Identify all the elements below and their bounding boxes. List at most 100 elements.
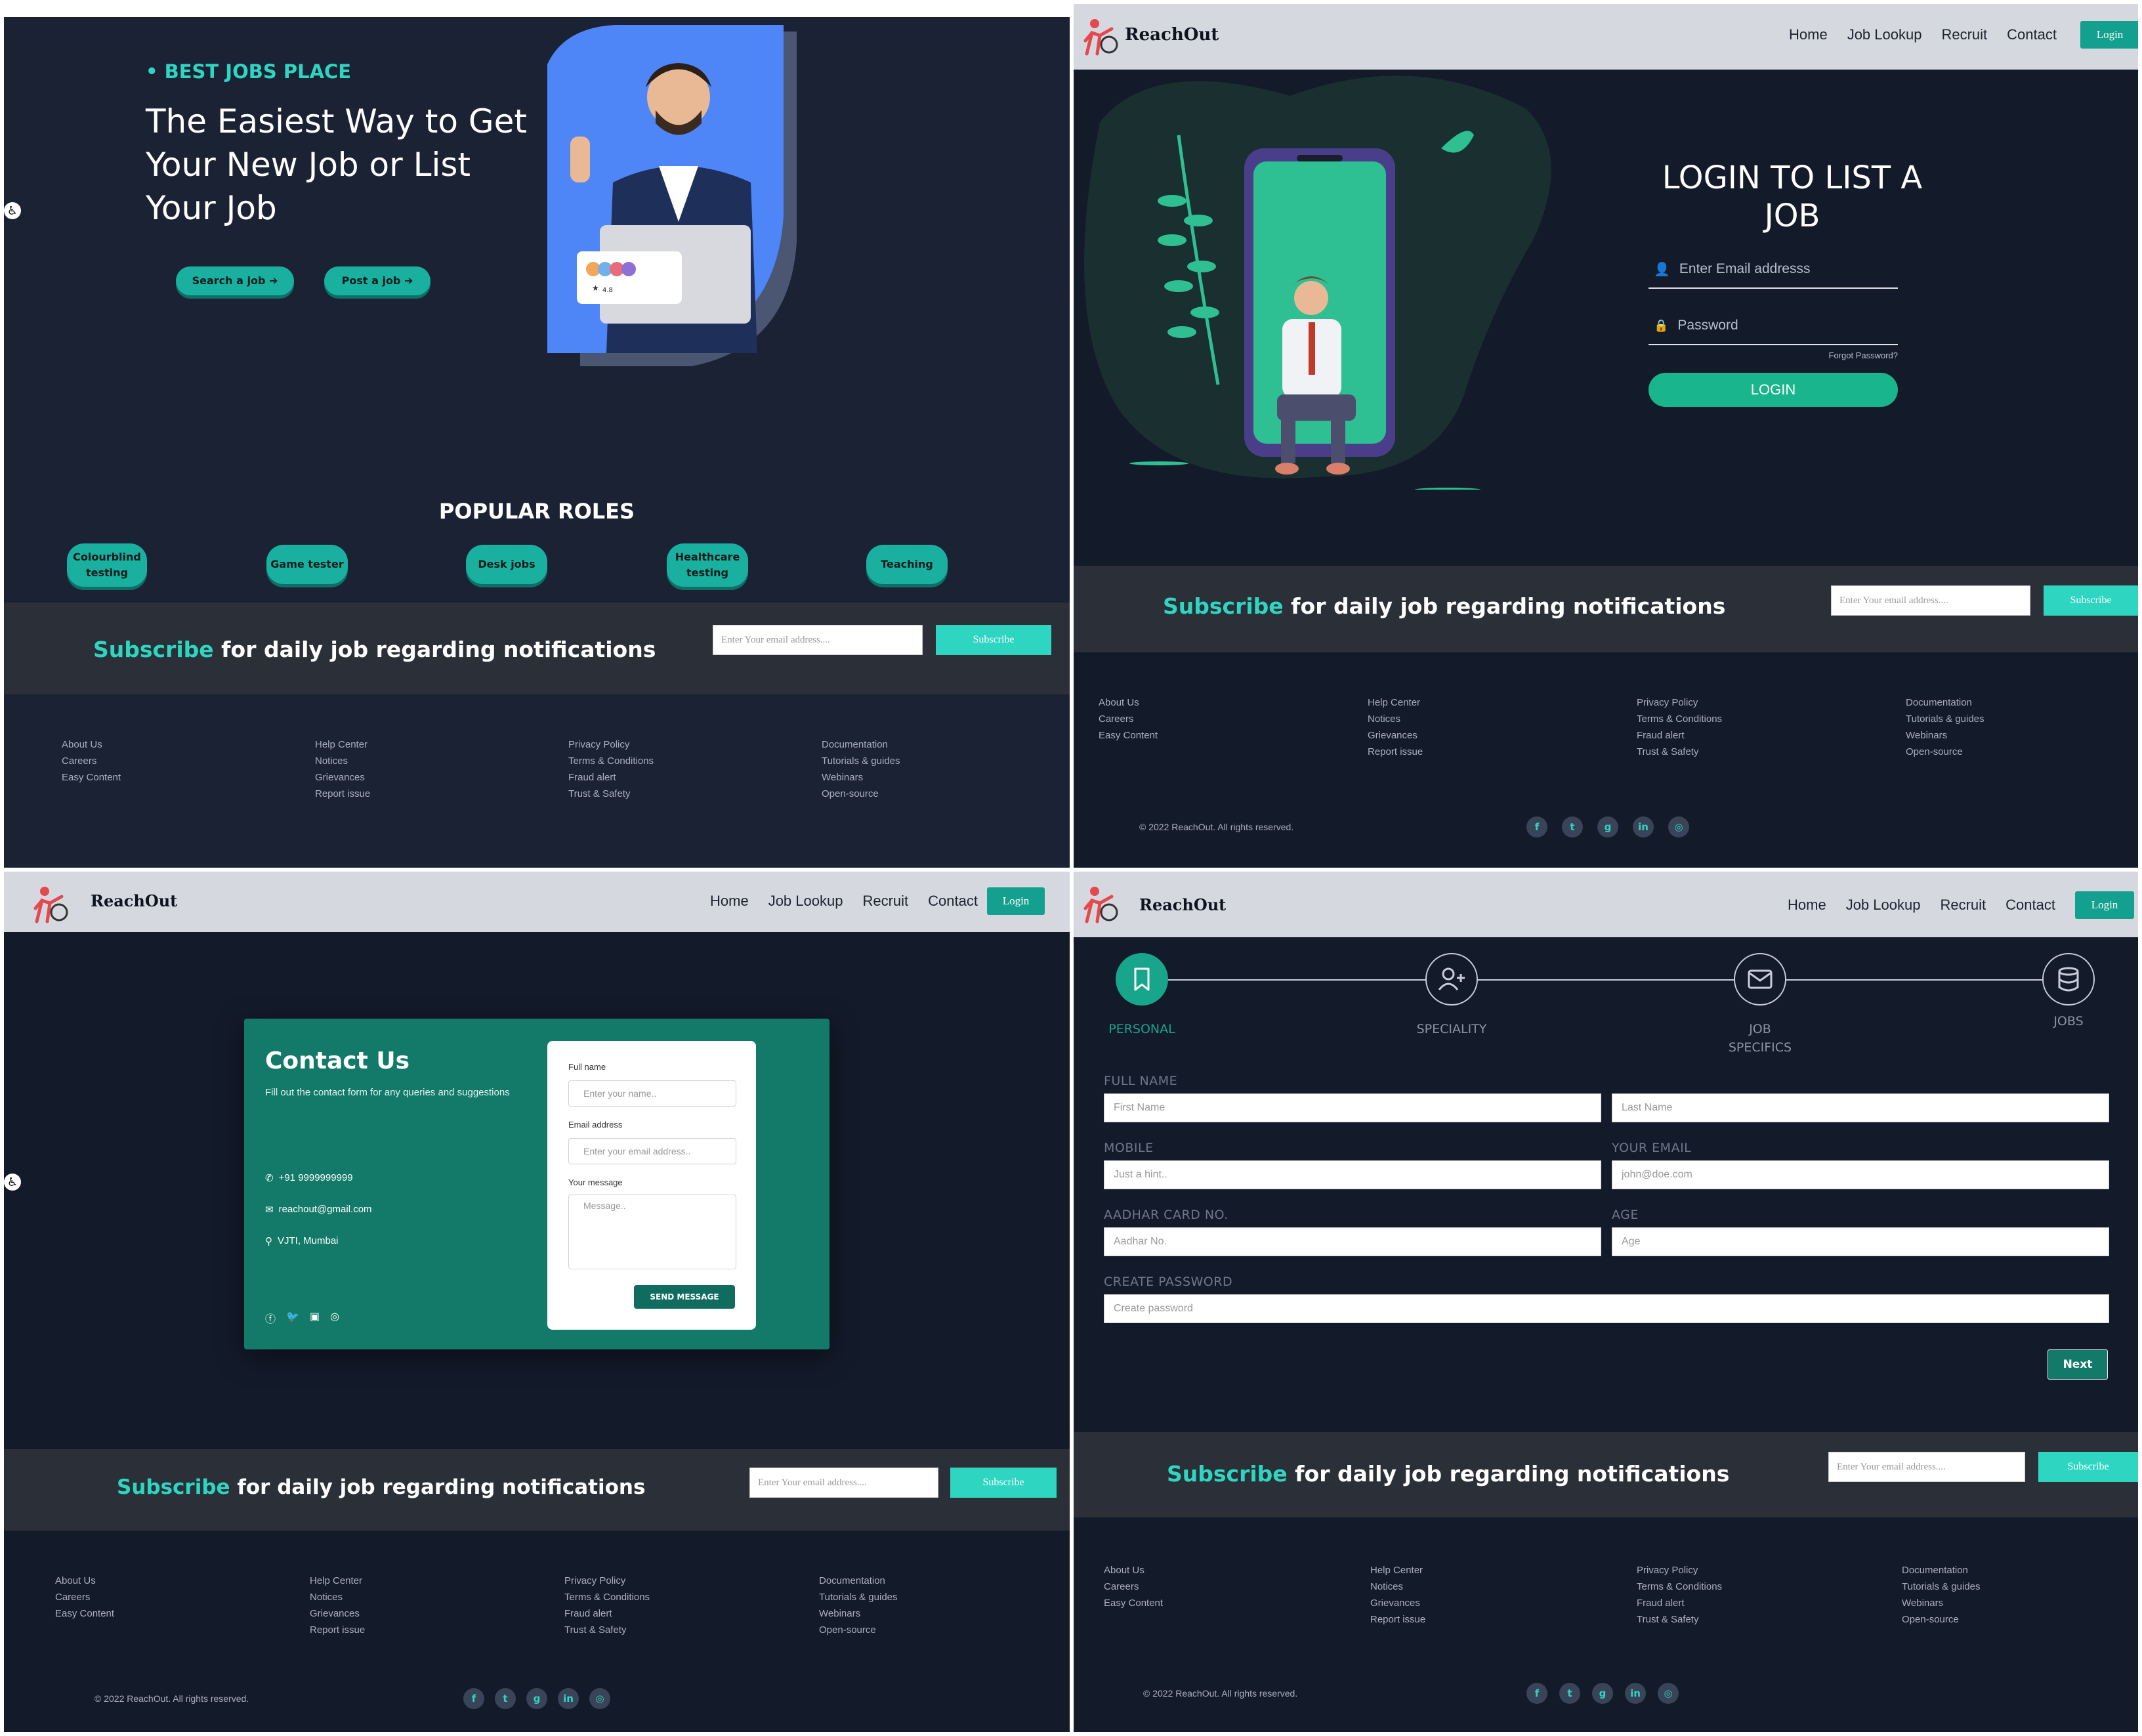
nav-contact[interactable]: Contact xyxy=(2007,26,2057,43)
step-job-specifics[interactable] xyxy=(1734,953,1786,1006)
facebook-icon[interactable]: f xyxy=(1526,1683,1547,1704)
login-button[interactable]: Login xyxy=(987,887,1045,915)
footer-link[interactable]: Notices xyxy=(1370,1578,1425,1595)
footer-link[interactable]: Easy Content xyxy=(55,1605,114,1622)
github-icon[interactable]: g xyxy=(1592,1683,1613,1704)
subscribe-button[interactable]: Subscribe xyxy=(2044,585,2138,616)
age-input[interactable]: Age xyxy=(1612,1227,2109,1256)
footer-link[interactable]: Easy Content xyxy=(1104,1595,1163,1611)
footer-link[interactable]: Open-source xyxy=(1902,1611,1981,1628)
instagram-icon[interactable]: ◎ xyxy=(589,1688,610,1709)
accessibility-icon[interactable]: ♿ xyxy=(4,202,21,219)
footer-link[interactable]: Documentation xyxy=(822,736,900,753)
footer-link[interactable]: Help Center xyxy=(1370,1562,1425,1578)
step-speciality[interactable] xyxy=(1425,953,1478,1006)
facebook-icon[interactable]: f xyxy=(1526,816,1547,837)
footer-link[interactable]: Privacy Policy xyxy=(564,1573,650,1589)
footer-link[interactable]: Notices xyxy=(310,1589,365,1605)
footer-link[interactable]: Trust & Safety xyxy=(568,786,654,802)
step-jobs[interactable] xyxy=(2042,953,2095,1006)
footer-link[interactable]: Fraud alert xyxy=(564,1605,650,1622)
subscribe-email-input[interactable]: Enter Your email address.... xyxy=(1828,1452,2025,1482)
linkedin-icon[interactable]: in xyxy=(1633,816,1654,837)
footer-link[interactable]: Grievances xyxy=(310,1605,365,1622)
twitter-icon[interactable]: t xyxy=(1559,1683,1580,1704)
footer-link[interactable]: About Us xyxy=(1099,694,1158,711)
nav-recruit[interactable]: Recruit xyxy=(862,893,908,910)
footer-link[interactable]: Help Center xyxy=(1368,694,1423,711)
role-pill[interactable]: Healthcare testing xyxy=(667,543,748,587)
subscribe-button[interactable]: Subscribe xyxy=(2038,1452,2138,1482)
subscribe-email-input[interactable]: Enter Your email address.... xyxy=(713,625,923,655)
footer-link[interactable]: Privacy Policy xyxy=(1637,694,1722,711)
footer-link[interactable]: Trust & Safety xyxy=(564,1622,650,1638)
brand-name[interactable]: ReachOut xyxy=(1139,895,1226,914)
nav-job-lookup[interactable]: Job Lookup xyxy=(768,893,843,910)
github-icon[interactable]: g xyxy=(526,1688,547,1709)
footer-link[interactable]: Trust & Safety xyxy=(1637,744,1722,760)
nav-recruit[interactable]: Recruit xyxy=(1941,26,1987,43)
footer-link[interactable]: Easy Content xyxy=(1099,727,1158,744)
post-job-button[interactable]: Post a job ➔ xyxy=(324,266,430,295)
footer-link[interactable]: Grievances xyxy=(315,769,370,786)
footer-link[interactable]: Fraud alert xyxy=(1637,727,1722,744)
login-button[interactable]: Login xyxy=(2075,891,2134,919)
linkedin-icon[interactable]: in xyxy=(1625,1683,1646,1704)
email-input[interactable]: john@doe.com xyxy=(1612,1160,2109,1189)
footer-link[interactable]: Careers xyxy=(1104,1578,1163,1595)
nav-home[interactable]: Home xyxy=(1789,26,1828,43)
email-input[interactable]: Enter your email address.. xyxy=(568,1138,736,1164)
nav-job-lookup[interactable]: Job Lookup xyxy=(1846,897,1921,914)
nav-home[interactable]: Home xyxy=(1788,897,1826,914)
nav-job-lookup[interactable]: Job Lookup xyxy=(1847,26,1922,43)
footer-link[interactable]: Report issue xyxy=(1370,1611,1425,1628)
footer-link[interactable]: About Us xyxy=(1104,1562,1163,1578)
github-icon[interactable]: g xyxy=(1597,816,1618,837)
search-job-button[interactable]: Search a job ➔ xyxy=(176,266,294,295)
subscribe-email-input[interactable]: Enter Your email address.... xyxy=(749,1468,938,1498)
login-button[interactable]: Login xyxy=(2080,21,2138,49)
send-message-button[interactable]: SEND MESSAGE xyxy=(634,1285,735,1309)
twitter-icon[interactable]: 🐦 xyxy=(286,1310,299,1326)
linkedin-icon[interactable]: ▣ xyxy=(310,1310,320,1326)
role-pill[interactable]: Desk jobs xyxy=(466,545,547,584)
next-button[interactable]: Next xyxy=(2048,1349,2108,1380)
footer-link[interactable]: Open-source xyxy=(822,786,900,802)
footer-link[interactable]: Terms & Conditions xyxy=(568,753,654,769)
login-submit-button[interactable]: LOGIN xyxy=(1648,373,1898,407)
login-password-input[interactable]: Password xyxy=(1677,318,1738,333)
footer-link[interactable]: Report issue xyxy=(310,1622,365,1638)
footer-link[interactable]: Terms & Conditions xyxy=(1637,711,1722,727)
footer-link[interactable]: Open-source xyxy=(1906,744,1984,760)
subscribe-button[interactable]: Subscribe xyxy=(950,1468,1057,1498)
nav-contact[interactable]: Contact xyxy=(928,893,978,910)
first-name-input[interactable]: First Name xyxy=(1104,1093,1601,1122)
instagram-icon[interactable]: ◎ xyxy=(1658,1683,1679,1704)
footer-link[interactable]: Tutorials & guides xyxy=(819,1589,898,1605)
footer-link[interactable]: Privacy Policy xyxy=(568,736,654,753)
forgot-password-link[interactable]: Forgot Password? xyxy=(1815,350,1899,360)
twitter-icon[interactable]: t xyxy=(1562,816,1583,837)
footer-link[interactable]: Terms & Conditions xyxy=(564,1589,650,1605)
footer-link[interactable]: Help Center xyxy=(315,736,370,753)
footer-link[interactable]: Tutorials & guides xyxy=(1906,711,1984,727)
subscribe-email-input[interactable]: Enter Your email address.... xyxy=(1831,585,2030,616)
login-email-field[interactable]: 👤 Enter Email addresss xyxy=(1648,251,1898,289)
message-textarea[interactable]: Message.. xyxy=(568,1195,736,1269)
footer-link[interactable]: Fraud alert xyxy=(1637,1595,1722,1611)
footer-link[interactable]: Documentation xyxy=(819,1573,898,1589)
brand-name[interactable]: ReachOut xyxy=(1125,25,1219,45)
twitter-icon[interactable]: t xyxy=(495,1688,516,1709)
aadhar-input[interactable]: Aadhar No. xyxy=(1104,1227,1601,1256)
footer-link[interactable]: About Us xyxy=(62,736,121,753)
accessibility-icon[interactable]: ♿ xyxy=(4,1174,21,1191)
subscribe-button[interactable]: Subscribe xyxy=(936,625,1051,655)
role-pill[interactable]: Game tester xyxy=(266,545,348,584)
nav-contact[interactable]: Contact xyxy=(2006,897,2055,914)
footer-link[interactable]: Grievances xyxy=(1368,727,1423,744)
footer-link[interactable]: Documentation xyxy=(1902,1562,1981,1578)
footer-link[interactable]: Privacy Policy xyxy=(1637,1562,1722,1578)
footer-link[interactable]: Terms & Conditions xyxy=(1637,1578,1722,1595)
brand-name[interactable]: ReachOut xyxy=(91,891,177,910)
nav-recruit[interactable]: Recruit xyxy=(1940,897,1986,914)
